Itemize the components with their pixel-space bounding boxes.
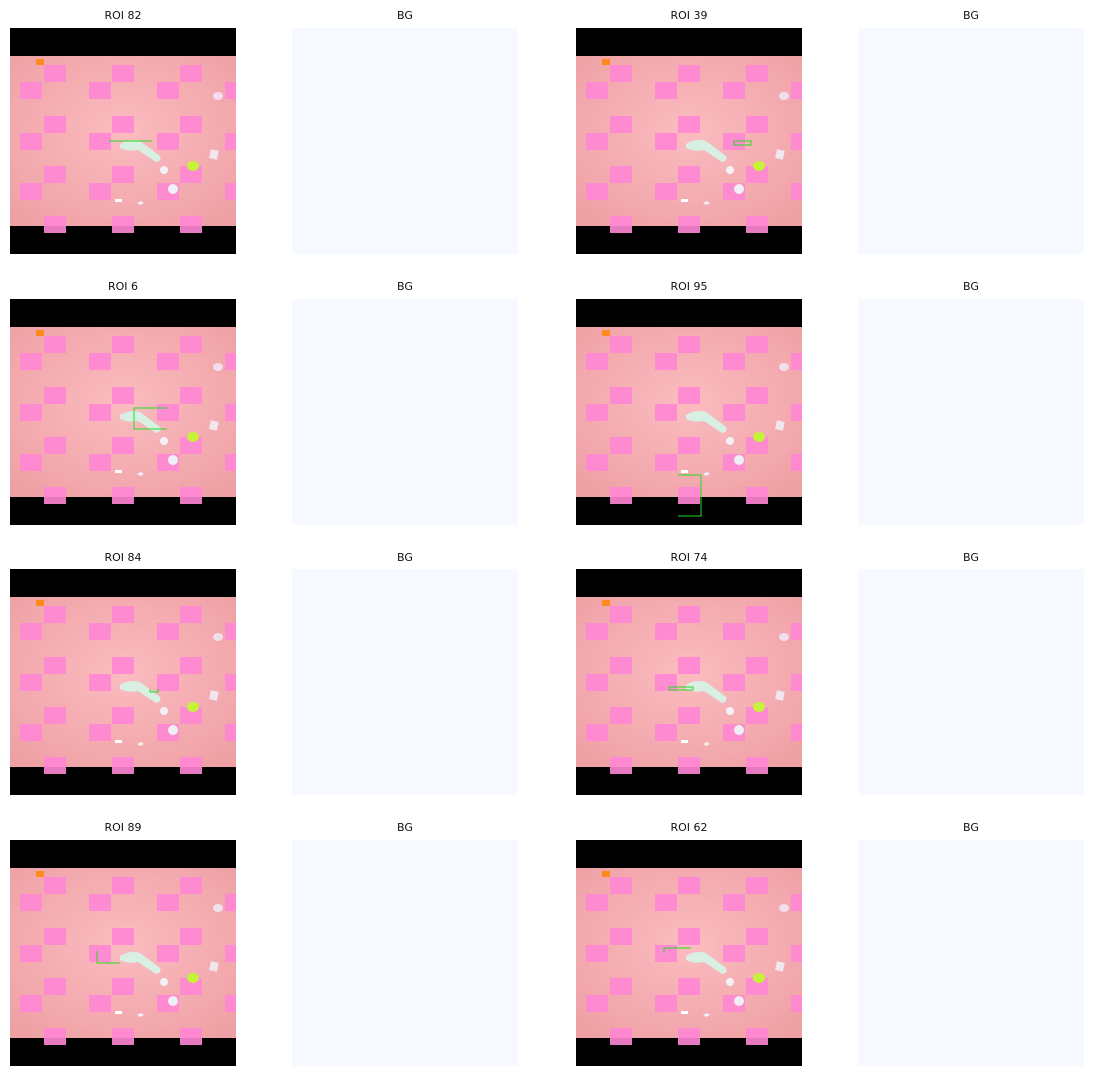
roi-title: ROI 62 [670, 821, 708, 834]
bg-image [292, 569, 518, 795]
roi-title: ROI 82 [104, 9, 142, 22]
roi-scene-image [10, 299, 236, 525]
roi-scene-image [10, 569, 236, 795]
bg-image [858, 569, 1084, 795]
bg-image [858, 840, 1084, 1066]
bg-image [292, 840, 518, 1066]
bg-title: BG [963, 551, 979, 564]
roi-scene-image [576, 569, 802, 795]
bg-title: BG [963, 280, 979, 293]
roi-scene-image [576, 299, 802, 525]
roi-title: ROI 6 [107, 280, 139, 293]
bg-title: BG [397, 9, 413, 22]
roi-scene-image [10, 840, 236, 1066]
roi-scene-image [576, 840, 802, 1066]
bg-title: BG [397, 821, 413, 834]
roi-scene-image [576, 28, 802, 254]
roi-title: ROI 95 [670, 280, 708, 293]
bg-title: BG [963, 821, 979, 834]
roi-scene-image [10, 28, 236, 254]
bg-image [858, 299, 1084, 525]
bg-image [292, 28, 518, 254]
roi-title: ROI 84 [104, 551, 142, 564]
bg-title: BG [397, 551, 413, 564]
bg-image [858, 28, 1084, 254]
roi-title: ROI 39 [670, 9, 708, 22]
roi-title: ROI 89 [104, 821, 142, 834]
bg-image [292, 299, 518, 525]
roi-title: ROI 74 [670, 551, 708, 564]
bg-title: BG [397, 280, 413, 293]
bg-title: BG [963, 9, 979, 22]
